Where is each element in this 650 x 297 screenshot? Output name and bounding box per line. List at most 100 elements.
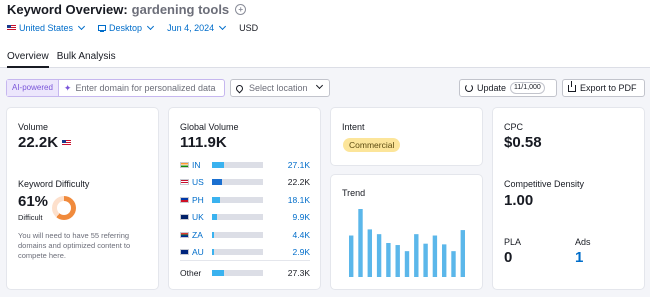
ads-value[interactable]: 1 [575,249,583,266]
chevron-down-icon [315,81,324,90]
export-pdf-button[interactable]: Export to PDF [562,79,645,97]
country-bar-fill [212,231,214,238]
trend-bar [451,251,456,277]
country-bar-fill [212,270,224,276]
cpc-value: $0.58 [504,134,542,151]
country-value[interactable]: 18.1K [265,195,310,205]
volume-value: 22.2K [18,134,59,151]
trend-bar [386,243,391,277]
country-bar [212,162,263,168]
country-row-other: Other 27.3K [180,267,310,279]
country-bar [212,214,263,221]
country-code: US [192,177,204,188]
currency-label: USD [239,23,259,33]
export-icon [568,80,576,92]
trend-bar [442,244,447,277]
keyword-text: gardening tools [131,1,230,17]
page-title: Keyword Overview: gardening tools + [7,0,247,18]
other-label: Other [180,268,202,278]
country-bar [212,249,263,255]
cpc-card: CPC $0.58 Competitive Density 1.00 PLA 0… [493,108,644,289]
update-counter-badge: 11/1,000 [510,82,545,94]
update-button[interactable]: Update 11/1,000 [459,79,557,97]
intent-label: Intent [342,122,365,132]
za-flag-icon [180,231,189,238]
country-code: ZA [192,229,203,240]
tab-bulk-analysis[interactable]: Bulk Analysis [57,50,116,68]
country-bar-fill [212,196,220,203]
country-row-us[interactable]: US 22.2K [180,176,310,188]
global-volume-value: 111.9K [180,134,227,151]
date-label: Jun 4, 2024 [167,23,215,33]
location-pin-icon [234,83,245,93]
location-select[interactable]: Select location [230,79,330,97]
chevron-down-icon [147,22,155,31]
country-select[interactable]: United States [7,22,86,33]
country-row-za[interactable]: ZA 4.4K [180,229,310,241]
trend-label: Trend [342,188,366,198]
ai-powered-badge: AI-powered [7,80,59,96]
location-placeholder: Select location [249,83,308,93]
pla-value: 0 [504,249,513,266]
trend-bar [367,229,372,277]
kd-donut-chart [52,196,76,220]
country-row-uk[interactable]: UK 9.9K [180,211,310,223]
country-row-ph[interactable]: PH 18.1K [180,194,310,206]
trend-bar [358,209,363,277]
in-flag-icon [180,162,189,168]
volume-value-row: 22.2K [18,134,72,151]
domain-input-placeholder: Enter domain for personalized data [75,83,216,93]
trend-bar [414,234,419,277]
date-select[interactable]: Jun 4, 2024 [167,22,227,33]
trend-bar [423,243,428,277]
trend-card: Trend [331,175,482,289]
country-value[interactable]: 27.1K [265,160,310,170]
country-bar [212,196,263,203]
desktop-icon [98,25,107,32]
trend-bar [349,235,354,277]
tab-overview[interactable]: Overview [7,50,49,68]
domain-input[interactable]: ✦ Enter domain for personalized data [59,83,216,94]
intent-badge: Commercial [343,138,401,152]
ai-domain-input-group[interactable]: AI-powered ✦ Enter domain for personaliz… [6,79,225,97]
export-label: Export to PDF [580,83,637,93]
device-label: Desktop [109,23,143,33]
chevron-down-icon [219,22,227,31]
country-label: United States [19,23,74,33]
country-value: 22.2K [287,177,310,188]
toolbar: AI-powered ✦ Enter domain for personaliz… [0,79,650,99]
country-value[interactable]: 9.9K [265,212,311,222]
country-row-au[interactable]: AU 2.9K [180,246,310,258]
global-volume-card: Global Volume 111.9K IN 27.1K US 22.2K PH 18.… [169,108,320,289]
uk-flag-icon [180,214,189,221]
competitive-density-value: 1.00 [504,192,534,209]
competitive-density-label: Competitive Density [504,179,585,189]
update-label: Update [477,83,507,93]
trend-bar [395,245,400,277]
page-header: Keyword Overview: gardening tools + Unit… [0,0,650,68]
country-code: AU [192,247,204,257]
add-icon[interactable]: + [235,3,247,15]
volume-card: Volume 22.2K Keyword Difficulty 61% Diff… [7,108,158,289]
country-bar-fill [212,179,222,186]
us-flag-icon [180,179,189,186]
divider [180,260,310,261]
country-value[interactable]: 4.4K [265,230,311,240]
other-value: 27.3K [287,268,310,278]
country-row-in[interactable]: IN 27.1K [180,159,310,171]
page-title-text: Keyword Overview: [7,1,128,17]
volume-label: Volume [18,122,49,132]
country-bar-fill [212,249,214,255]
trend-bar [432,235,438,277]
chevron-down-icon [77,22,86,31]
country-bar [212,179,263,186]
country-value[interactable]: 2.9K [265,247,311,257]
au-flag-icon [180,249,189,255]
cpc-label: CPC [504,122,524,132]
device-select[interactable]: Desktop [98,22,155,33]
country-bar-fill [212,214,217,221]
pla-label: PLA [504,237,522,247]
kd-value: 61% [18,193,49,210]
kd-note: You will need to have 55 referring domai… [18,231,131,260]
trend-bar [376,234,382,277]
